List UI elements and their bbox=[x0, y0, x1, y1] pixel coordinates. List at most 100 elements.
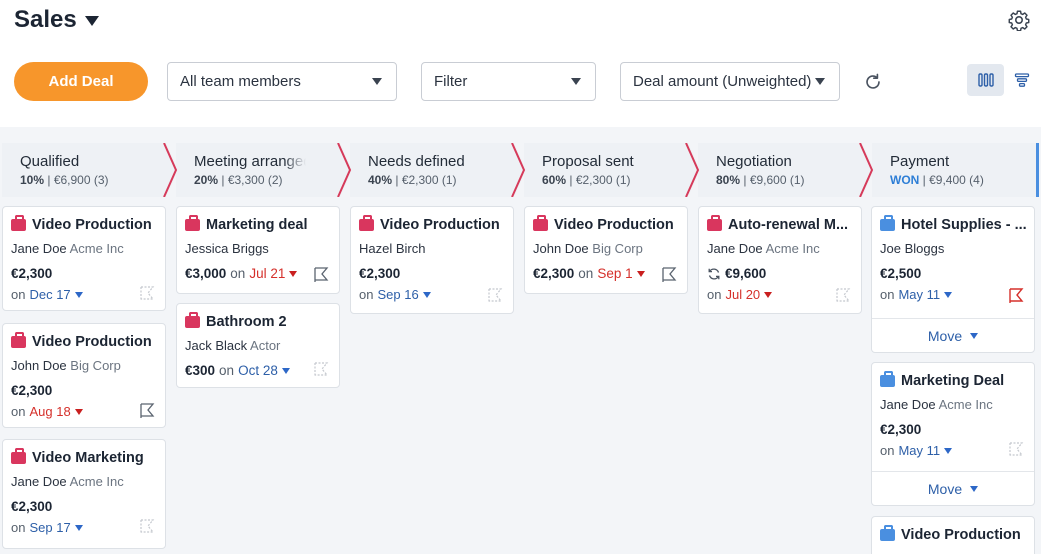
deal-close-date[interactable]: Dec 17 bbox=[29, 287, 70, 302]
toolbar: Sales Add Deal All team members Filter D… bbox=[0, 0, 1041, 127]
move-button[interactable]: Move bbox=[872, 318, 1034, 352]
stage-header-needs-defined[interactable]: Needs defined 40% | €2,300 (1) bbox=[350, 143, 512, 197]
flag-icon[interactable] bbox=[139, 403, 155, 419]
deal-card[interactable]: Video Production John Doe Big Corp €2,30… bbox=[524, 206, 688, 294]
team-members-select[interactable]: All team members bbox=[167, 62, 397, 101]
stage-name: Payment bbox=[890, 153, 950, 170]
deal-on-label: on bbox=[219, 363, 235, 378]
stage-summary: 40% | €2,300 (1) bbox=[368, 173, 457, 187]
stage-header-payment[interactable]: Payment WON | €9,400 (4) bbox=[872, 143, 1036, 197]
stage-chevron-icon bbox=[856, 143, 874, 197]
gear-icon[interactable] bbox=[1008, 9, 1030, 31]
stage-total: €2,300 (1) bbox=[575, 173, 631, 187]
deal-bag-icon bbox=[359, 215, 374, 231]
deal-close-date[interactable]: Jul 20 bbox=[725, 287, 760, 302]
deal-organization: Big Corp bbox=[592, 241, 643, 256]
refresh-icon[interactable] bbox=[862, 71, 884, 93]
date-caret-icon bbox=[422, 291, 431, 298]
stage-header-qualified[interactable]: Qualified 10% | €6,900 (3) bbox=[2, 143, 164, 197]
flag-icon[interactable] bbox=[1008, 442, 1024, 458]
stage-total: €9,600 (1) bbox=[749, 173, 805, 187]
deal-card[interactable]: Video Production John Doe Big Corp €2,30… bbox=[2, 323, 166, 428]
deal-amount: €2,300 bbox=[11, 266, 53, 281]
dropdown-arrow-icon bbox=[372, 78, 382, 85]
deal-close-date[interactable]: Sep 1 bbox=[597, 266, 632, 281]
pipeline-board: Qualified 10% | €6,900 (3) Meeting arran… bbox=[0, 127, 1041, 554]
flag-icon[interactable] bbox=[313, 267, 329, 283]
deal-card[interactable]: Bathroom 2 Jack Black Actor €300 on Oct 28 bbox=[176, 303, 340, 388]
deal-bag-icon bbox=[11, 215, 26, 231]
deal-amount: €9,600 bbox=[725, 266, 767, 281]
pipeline-title[interactable]: Sales bbox=[14, 6, 99, 34]
deal-on-label: on bbox=[359, 287, 374, 302]
deal-card[interactable]: Video Production Jane Doe Acme Inc €2,30… bbox=[2, 206, 166, 311]
deal-close-date[interactable]: Aug 18 bbox=[29, 404, 70, 419]
deal-card[interactable]: Marketing Deal Jane Doe Acme Inc €2,300 … bbox=[871, 362, 1035, 506]
deal-close-date[interactable]: Sep 16 bbox=[377, 287, 418, 302]
date-caret-icon bbox=[764, 291, 773, 298]
team-members-select-value: All team members bbox=[180, 73, 301, 90]
date-caret-icon bbox=[636, 270, 645, 277]
move-button[interactable]: Move bbox=[872, 471, 1034, 505]
deal-card[interactable]: Video Production bbox=[871, 516, 1035, 554]
deal-person: Jessica Briggs bbox=[185, 241, 269, 256]
flag-icon[interactable] bbox=[835, 288, 851, 304]
funnel-icon bbox=[1014, 73, 1030, 87]
deal-person: Joe Bloggs bbox=[880, 241, 945, 256]
stage-probability: 80% bbox=[716, 173, 741, 187]
recurring-icon bbox=[708, 268, 720, 279]
deal-card[interactable]: Hotel Supplies - ... Joe Bloggs €2,500 o… bbox=[871, 206, 1035, 353]
stage-header-meeting-arranged[interactable]: Meeting arranged 20% | €3,300 (2) bbox=[176, 143, 338, 197]
stage-summary: WON | €9,400 (4) bbox=[890, 173, 984, 187]
deal-amount: €2,300 bbox=[533, 266, 575, 281]
deal-person: John Doe bbox=[11, 358, 67, 373]
deal-card[interactable]: Auto-renewal M... Jane Doe Acme Inc €9,6… bbox=[698, 206, 862, 314]
flag-icon[interactable] bbox=[139, 286, 155, 302]
deal-close-date[interactable]: May 11 bbox=[898, 287, 940, 302]
move-label: Move bbox=[927, 327, 963, 344]
flag-icon[interactable] bbox=[487, 288, 503, 304]
deal-person: Jane Doe bbox=[880, 397, 936, 412]
deal-close-date[interactable]: May 11 bbox=[898, 443, 940, 458]
deal-bag-icon bbox=[707, 215, 722, 231]
stage-summary: 80% | €9,600 (1) bbox=[716, 173, 805, 187]
deal-title: Hotel Supplies - ... bbox=[901, 217, 1027, 233]
funnel-view-button[interactable] bbox=[1010, 68, 1034, 92]
deal-card[interactable]: Marketing deal Jessica Briggs €3,000 on Ju… bbox=[176, 206, 340, 294]
deal-card[interactable]: Video Marketing Jane Doe Acme Inc €2,300… bbox=[2, 439, 166, 549]
deal-on-label: on bbox=[11, 520, 26, 535]
flag-icon[interactable] bbox=[661, 267, 677, 283]
date-caret-icon bbox=[74, 408, 83, 415]
columns-icon bbox=[977, 73, 994, 87]
pipeline-title-label: Sales bbox=[14, 6, 77, 33]
deal-close-date[interactable]: Sep 17 bbox=[29, 520, 70, 535]
stage-name: Qualified bbox=[20, 153, 80, 170]
deal-title: Auto-renewal M... bbox=[728, 217, 849, 233]
deal-amount: €2,300 bbox=[359, 266, 401, 281]
deal-close-date[interactable]: Oct 28 bbox=[238, 363, 278, 378]
stage-won-badge: WON bbox=[890, 173, 920, 187]
deal-card[interactable]: Video Production Hazel Birch €2,300 on Se… bbox=[350, 206, 514, 314]
deal-amount-select[interactable]: Deal amount (Unweighted) bbox=[620, 62, 840, 101]
deal-amount-select-value: Deal amount (Unweighted) bbox=[633, 73, 812, 90]
deal-bag-icon bbox=[880, 371, 895, 387]
flag-icon[interactable] bbox=[1008, 288, 1024, 304]
deal-close-date[interactable]: Jul 21 bbox=[249, 266, 285, 281]
stage-header-negotiation[interactable]: Negotiation 80% | €9,600 (1) bbox=[698, 143, 860, 197]
stage-name: Negotiation bbox=[716, 153, 792, 170]
stage-header-proposal-sent[interactable]: Proposal sent 60% | €2,300 (1) bbox=[524, 143, 686, 197]
add-deal-button[interactable]: Add Deal bbox=[14, 62, 148, 101]
flag-icon[interactable] bbox=[139, 519, 155, 535]
stage-probability: 10% bbox=[20, 173, 45, 187]
deal-title: Video Marketing bbox=[32, 450, 144, 466]
filter-select[interactable]: Filter bbox=[421, 62, 596, 101]
chevron-down-icon bbox=[970, 485, 979, 492]
deal-organization: Big Corp bbox=[70, 358, 121, 373]
deal-title: Video Production bbox=[380, 217, 500, 233]
deal-bag-icon bbox=[533, 215, 548, 231]
move-label: Move bbox=[927, 480, 963, 497]
board-view-button[interactable] bbox=[967, 64, 1004, 96]
deal-person: Jack Black bbox=[185, 338, 248, 353]
deal-person: Hazel Birch bbox=[359, 241, 426, 256]
flag-icon[interactable] bbox=[313, 362, 329, 378]
